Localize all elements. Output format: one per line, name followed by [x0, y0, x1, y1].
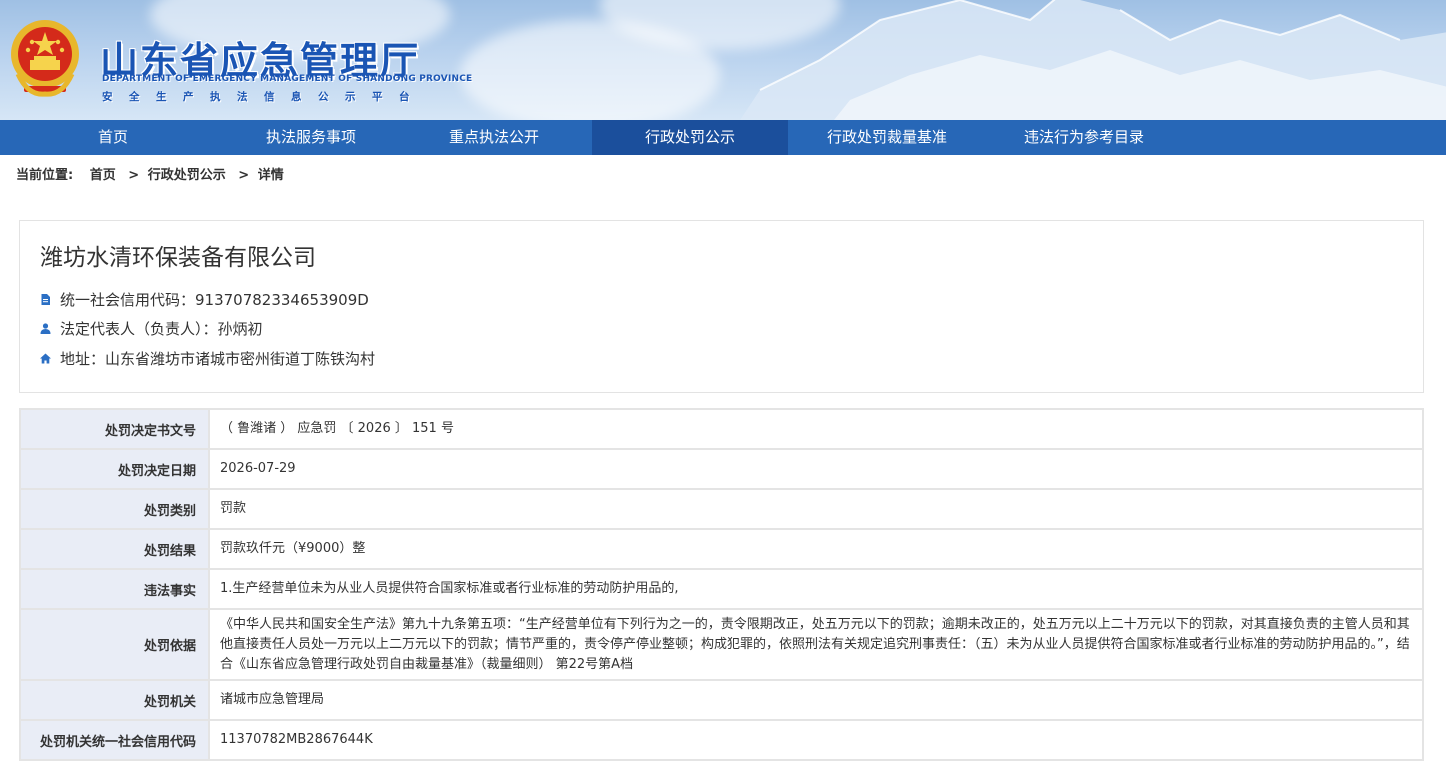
row-value: 罚款玖仟元（¥9000）整: [208, 528, 1424, 570]
row-label: 处罚类别: [19, 488, 210, 530]
site-subtitle-en: DEPARTMENT OF EMERGENCY MANAGEMENT OF SH…: [102, 74, 473, 84]
main-nav: 首页 执法服务事项 重点执法公开 行政处罚公示 行政处罚裁量基准 违法行为参考目…: [0, 120, 1446, 155]
legal-rep-text: 法定代表人（负责人）：孙炳初: [60, 320, 263, 338]
row-label: 处罚决定书文号: [19, 408, 210, 450]
table-row: 处罚类别 罚款: [19, 488, 1424, 530]
nav-item-key-enforcement[interactable]: 重点执法公开: [396, 120, 592, 155]
company-name: 潍坊水清环保装备有限公司: [40, 245, 316, 271]
row-label: 处罚依据: [19, 608, 210, 681]
table-row: 处罚决定日期 2026-07-29: [19, 448, 1424, 490]
breadcrumb-link-admin-penalty[interactable]: 行政处罚公示: [148, 168, 226, 183]
nav-item-violation-catalog[interactable]: 违法行为参考目录: [986, 120, 1182, 155]
credit-code-text: 统一社会信用代码：91370782334653909D: [60, 291, 369, 309]
company-info-card: 潍坊水清环保装备有限公司 统一社会信用代码：91370782334653909D…: [19, 220, 1424, 393]
penalty-detail-table: 处罚决定书文号 （ 鲁潍诸 ） 应急罚 〔 2026 〕 151 号 处罚决定日…: [19, 408, 1424, 761]
document-icon: [41, 294, 50, 305]
row-value: 1.生产经营单位未为从业人员提供符合国家标准或者行业标准的劳动防护用品的,: [208, 568, 1424, 610]
breadcrumb-link-home[interactable]: 首页: [90, 168, 116, 183]
breadcrumb-separator: >: [238, 168, 250, 183]
legal-rep-row: 法定代表人（负责人）：孙炳初: [40, 318, 263, 339]
home-icon: [40, 353, 51, 364]
site-subtitle-cn: 安全生产执法信息公示平台: [102, 91, 426, 103]
table-row: 处罚依据 《中华人民共和国安全生产法》第九十九条第五项：“生产经营单位有下列行为…: [19, 608, 1424, 681]
breadcrumb-separator: >: [128, 168, 140, 183]
row-label: 处罚决定日期: [19, 448, 210, 490]
address-row: 地址：山东省潍坊市诸城市密州街道丁陈铁沟村: [40, 348, 375, 369]
row-value: 罚款: [208, 488, 1424, 530]
national-emblem-icon: [11, 20, 79, 97]
table-row: 处罚决定书文号 （ 鲁潍诸 ） 应急罚 〔 2026 〕 151 号: [19, 408, 1424, 450]
address-text: 地址：山东省潍坊市诸城市密州街道丁陈铁沟村: [60, 350, 376, 368]
row-label: 违法事实: [19, 568, 210, 610]
table-row: 处罚结果 罚款玖仟元（¥9000）整: [19, 528, 1424, 570]
row-label: 处罚机关统一社会信用代码: [19, 719, 210, 761]
table-row: 违法事实 1.生产经营单位未为从业人员提供符合国家标准或者行业标准的劳动防护用品…: [19, 568, 1424, 610]
table-row: 处罚机关统一社会信用代码 11370782MB2867644K: [19, 719, 1424, 761]
table-row: 处罚机关 诸城市应急管理局: [19, 679, 1424, 721]
header-banner: 山东省应急管理厅 DEPARTMENT OF EMERGENCY MANAGEM…: [0, 0, 1446, 120]
breadcrumb-current: 详情: [257, 168, 284, 183]
nav-item-enforcement-services[interactable]: 执法服务事项: [226, 120, 396, 155]
breadcrumb: 当前位置: 首页 > 行政处罚公示 > 详情: [0, 155, 1446, 197]
nav-item-admin-penalty[interactable]: 行政处罚公示: [592, 120, 788, 155]
row-value: 2026-07-29: [208, 448, 1424, 490]
nav-item-home[interactable]: 首页: [0, 120, 226, 155]
row-value: （ 鲁潍诸 ） 应急罚 〔 2026 〕 151 号: [208, 408, 1424, 450]
row-label: 处罚机关: [19, 679, 210, 721]
row-label: 处罚结果: [19, 528, 210, 570]
row-value: 《中华人民共和国安全生产法》第九十九条第五项：“生产经营单位有下列行为之一的，责…: [208, 608, 1424, 681]
province-map-graphic: [740, 0, 1446, 120]
nav-item-penalty-standards[interactable]: 行政处罚裁量基准: [788, 120, 986, 155]
person-icon: [40, 323, 51, 334]
breadcrumb-prefix: 当前位置:: [16, 168, 74, 183]
row-value: 11370782MB2867644K: [208, 719, 1424, 761]
credit-code-row: 统一社会信用代码：91370782334653909D: [40, 289, 369, 310]
row-value: 诸城市应急管理局: [208, 679, 1424, 721]
